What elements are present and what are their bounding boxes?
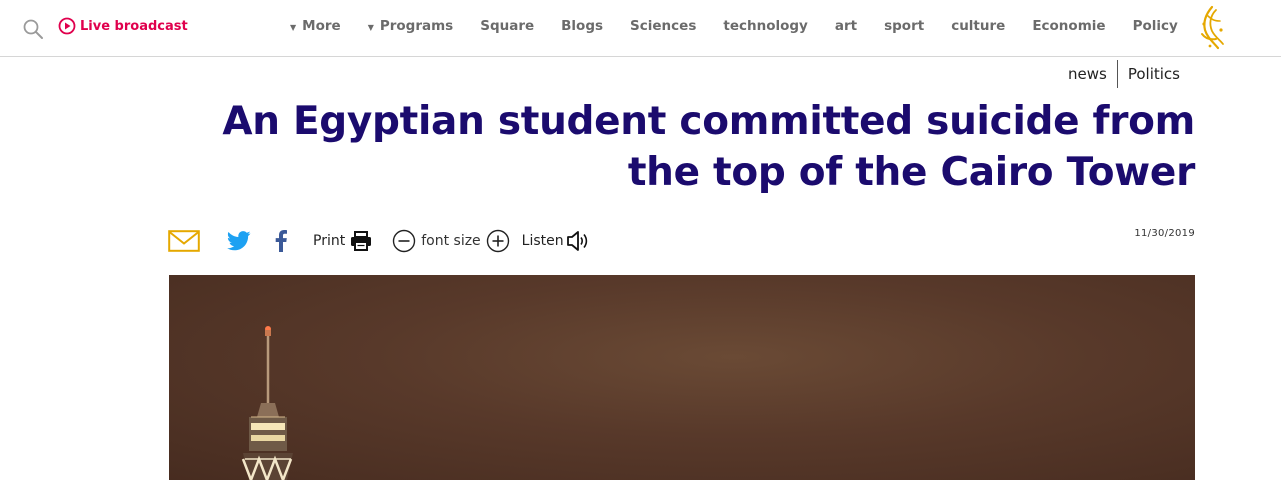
font-size-label: font size xyxy=(421,233,481,249)
twitter-icon[interactable] xyxy=(227,231,251,251)
nav-item-programs[interactable]: ▼ Programs xyxy=(368,18,454,34)
font-increase-icon[interactable] xyxy=(486,229,510,253)
speaker-icon xyxy=(566,231,587,251)
nav-item-label: art xyxy=(834,18,858,34)
print-button[interactable]: Print xyxy=(313,231,372,251)
caret-down-icon: ▼ xyxy=(367,22,374,32)
facebook-icon[interactable] xyxy=(275,230,287,252)
nav-item-label: Blogs xyxy=(561,18,604,34)
publish-date: 11/30/2019 xyxy=(1134,228,1195,239)
nav-item-sciences[interactable]: Sciences xyxy=(630,18,696,34)
font-decrease-icon[interactable] xyxy=(392,229,416,253)
article-title: An Egyptian student committed suicide fr… xyxy=(222,99,1195,195)
breadcrumb-divider xyxy=(1116,60,1118,88)
nav-item-culture[interactable]: culture xyxy=(951,18,1005,34)
breadcrumb: news Politics xyxy=(1068,59,1180,89)
main-nav: ▼ More ▼ Programs Square Blogs Sciences … xyxy=(290,16,1178,36)
nav-item-art[interactable]: art xyxy=(835,18,857,34)
nav-item-label: Square xyxy=(480,18,535,34)
nav-item-label: culture xyxy=(951,18,1006,34)
nav-item-blogs[interactable]: Blogs xyxy=(561,18,603,34)
breadcrumb-politics[interactable]: Politics xyxy=(1128,65,1180,83)
al-jazeera-logo-icon[interactable] xyxy=(1196,4,1228,52)
nav-item-technology[interactable]: technology xyxy=(723,18,807,34)
listen-label: Listen xyxy=(521,233,564,249)
article-tools: Print font size Listen xyxy=(168,226,590,256)
play-circle-icon xyxy=(58,17,76,35)
breadcrumb-news[interactable]: news xyxy=(1068,65,1107,83)
nav-item-policy[interactable]: Policy xyxy=(1133,18,1178,34)
nav-item-label: Programs xyxy=(379,18,454,34)
live-broadcast-label: Live broadcast xyxy=(80,18,188,34)
nav-item-economie[interactable]: Economie xyxy=(1032,18,1105,34)
nav-item-label: More xyxy=(302,18,341,34)
nav-item-label: Economie xyxy=(1032,18,1106,34)
live-broadcast-link[interactable]: Live broadcast xyxy=(58,16,188,36)
hero-image-cairo-tower xyxy=(169,275,1195,480)
nav-item-sport[interactable]: sport xyxy=(884,18,924,34)
print-label: Print xyxy=(313,233,346,249)
mail-icon[interactable] xyxy=(168,230,200,252)
caret-down-icon: ▼ xyxy=(290,22,297,32)
nav-item-label: sport xyxy=(884,18,925,34)
search-icon[interactable] xyxy=(22,18,44,40)
nav-item-square[interactable]: Square xyxy=(480,18,534,34)
listen-button[interactable]: Listen xyxy=(522,230,590,252)
top-navigation-bar: Live broadcast ▼ More ▼ Programs Square … xyxy=(0,0,1281,57)
nav-item-label: Sciences xyxy=(630,18,697,34)
nav-item-more[interactable]: ▼ More xyxy=(290,18,341,34)
printer-icon xyxy=(351,231,372,251)
nav-item-label: technology xyxy=(723,18,808,34)
nav-item-label: Policy xyxy=(1132,18,1178,34)
